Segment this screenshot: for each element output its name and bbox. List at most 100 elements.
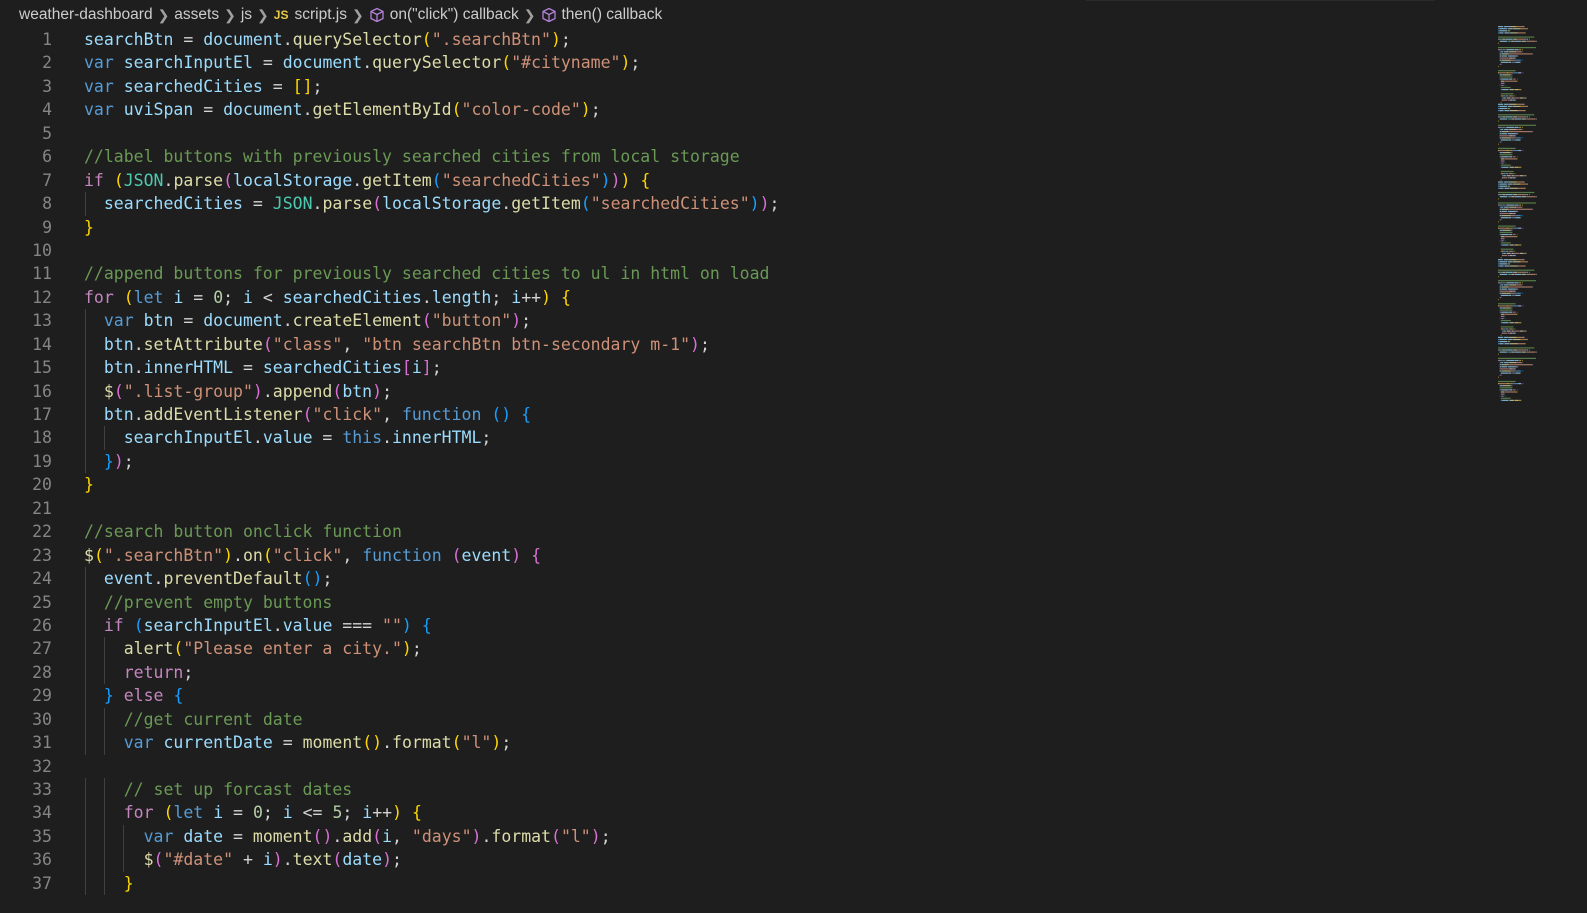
code-line[interactable]: 31 var currentDate = moment().format("l"… [0, 731, 1490, 755]
code-line[interactable]: 9} [0, 216, 1490, 239]
minimap-token [1508, 288, 1516, 290]
minimap-token [1500, 282, 1502, 284]
code-line[interactable]: 28 return; [0, 660, 1490, 685]
code-line[interactable]: 4 var uviSpan = document.getElementById("… [0, 98, 1490, 121]
code-line[interactable]: 29 } else { [0, 684, 1490, 708]
code-line[interactable]: 12 for (let i = 0; i < searchedCities.len… [0, 286, 1490, 309]
code-line[interactable]: 3 var searchedCities = []; [0, 75, 1490, 98]
minimap-token [1516, 206, 1517, 208]
line-number: 16 [32, 381, 52, 401]
minimap-token [1500, 368, 1509, 370]
code-line[interactable]: 5 [0, 122, 1490, 145]
minimap-token [1498, 114, 1535, 116]
code-line[interactable]: 7 if (JSON.parse(localStorage.getItem("se… [0, 169, 1490, 192]
minimap-token [1504, 162, 1506, 164]
minimap-token [1499, 133, 1502, 135]
code-line[interactable]: 15 btn.innerHTML = searchedCities[i]; [0, 356, 1490, 380]
code-line[interactable]: 14 btn.setAttribute("class", "btn search… [0, 332, 1490, 357]
code-line[interactable]: 16 $(".list-group").append(btn); [0, 379, 1490, 403]
code-line[interactable]: 27 alert("Please enter a city."); [0, 637, 1490, 661]
code-line[interactable]: 22 //search button onclick function [0, 520, 1490, 543]
minimap-token [1499, 185, 1508, 187]
minimap-token [1509, 336, 1517, 338]
code-line[interactable]: 25 //prevent empty buttons [0, 590, 1490, 614]
minimap-token [1525, 175, 1526, 177]
code-line[interactable]: 33 // set up forcast dates [0, 778, 1490, 802]
minimap-token [1523, 97, 1526, 99]
minimap-token [1498, 336, 1503, 338]
code-line[interactable]: 8 searchedCities = JSON.parse(localStora… [0, 192, 1490, 216]
code-line[interactable]: 10 [0, 239, 1490, 262]
code-line[interactable]: 26 if (searchInputEl.value === "") { [0, 613, 1490, 638]
code-line[interactable]: 21 [0, 497, 1490, 520]
minimap-token [1500, 219, 1502, 221]
code-line[interactable]: 2 var searchInputEl = document.querySelec… [0, 51, 1490, 74]
breadcrumb-item-symbol-then[interactable]: then() callback [562, 6, 663, 24]
code-line[interactable]: 11 //append buttons for previously search… [0, 262, 1490, 285]
code-editor[interactable]: 1 searchBtn = document.querySelector(".se… [0, 28, 1490, 913]
code-line[interactable]: 20} [0, 473, 1490, 496]
minimap-token [1499, 53, 1502, 55]
code-line[interactable]: 18 searchInputEl.value = this.innerHTML; [0, 426, 1490, 450]
minimap-token [1499, 126, 1501, 128]
minimap-token [1508, 336, 1510, 338]
line-number: 7 [42, 170, 52, 190]
minimap-token [1501, 55, 1502, 57]
minimap-token [1514, 61, 1516, 63]
minimap-token [1508, 341, 1510, 343]
code-line[interactable]: 13 var btn = document.createElement("but… [0, 309, 1490, 333]
code-line[interactable]: 35 var date = moment().add(i, "days").fo… [0, 824, 1490, 849]
code-line[interactable]: 19 }); [0, 449, 1490, 474]
code-line[interactable]: 1 searchBtn = document.querySelector(".se… [0, 28, 1490, 51]
code-line[interactable]: 32 [0, 755, 1490, 778]
code-line[interactable]: 23 $(".searchBtn").on("click", function (… [0, 544, 1490, 567]
minimap-token [1508, 133, 1516, 135]
minimap-token [1513, 364, 1532, 366]
minimap-token [1499, 362, 1502, 364]
breadcrumb-item-folder-js[interactable]: js [241, 6, 252, 24]
minimap-token [1499, 183, 1507, 185]
minimap-token [1536, 273, 1537, 275]
breadcrumb-item-symbol-on-click[interactable]: on("click") callback [390, 6, 519, 24]
minimap-token [1520, 244, 1521, 246]
code-line[interactable]: 37 } [0, 871, 1490, 896]
breadcrumb-item-folder-root[interactable]: weather-dashboard [19, 6, 153, 24]
code-line[interactable]: 36 $("#date" + i).text(date); [0, 848, 1490, 872]
minimap-token [1512, 28, 1513, 30]
minimap-token [1516, 391, 1517, 393]
breadcrumb-item-folder-assets[interactable]: assets [174, 6, 219, 24]
minimap-token [1502, 210, 1507, 212]
minimap-token [1507, 95, 1509, 97]
minimap-token [1514, 49, 1515, 51]
vertical-scrollbar[interactable] [1572, 0, 1587, 913]
code-line[interactable]: 6 //label buttons with previously searche… [0, 145, 1490, 168]
minimap-token [1518, 399, 1519, 401]
breadcrumb-item-file[interactable]: script.js [294, 6, 347, 24]
minimap-token [1526, 196, 1536, 198]
minimap-token [1499, 84, 1501, 86]
minimap-token [1507, 72, 1509, 74]
code-line[interactable]: 24 event.preventDefault(); [0, 567, 1490, 591]
minimap-token [1498, 72, 1500, 74]
code-line[interactable]: 30 //get current date [0, 707, 1490, 732]
minimap-token [1502, 215, 1511, 217]
minimap-token [1518, 126, 1520, 128]
minimap-token [1518, 49, 1519, 51]
minimap-token [1535, 351, 1537, 353]
minimap-token [1500, 135, 1501, 137]
minimap-token [1501, 49, 1503, 51]
minimap-token [1518, 204, 1520, 206]
minimap-token [1516, 236, 1518, 238]
minimap-token [1508, 389, 1510, 391]
minimap-token [1508, 311, 1510, 313]
minimap-token [1501, 395, 1504, 397]
code-line[interactable]: 17 btn.addEventListener("click", functio… [0, 403, 1490, 427]
minimap-token [1504, 328, 1506, 330]
minimap-token [1503, 259, 1505, 261]
minimap-token [1525, 196, 1527, 198]
minimap-token [1504, 181, 1509, 183]
minimap-token [1503, 336, 1505, 338]
code-line[interactable]: 34 for (let i = 0; i <= 5; i++) { [0, 801, 1490, 825]
minimap[interactable] [1496, 26, 1572, 406]
minimap-token [1505, 149, 1507, 152]
